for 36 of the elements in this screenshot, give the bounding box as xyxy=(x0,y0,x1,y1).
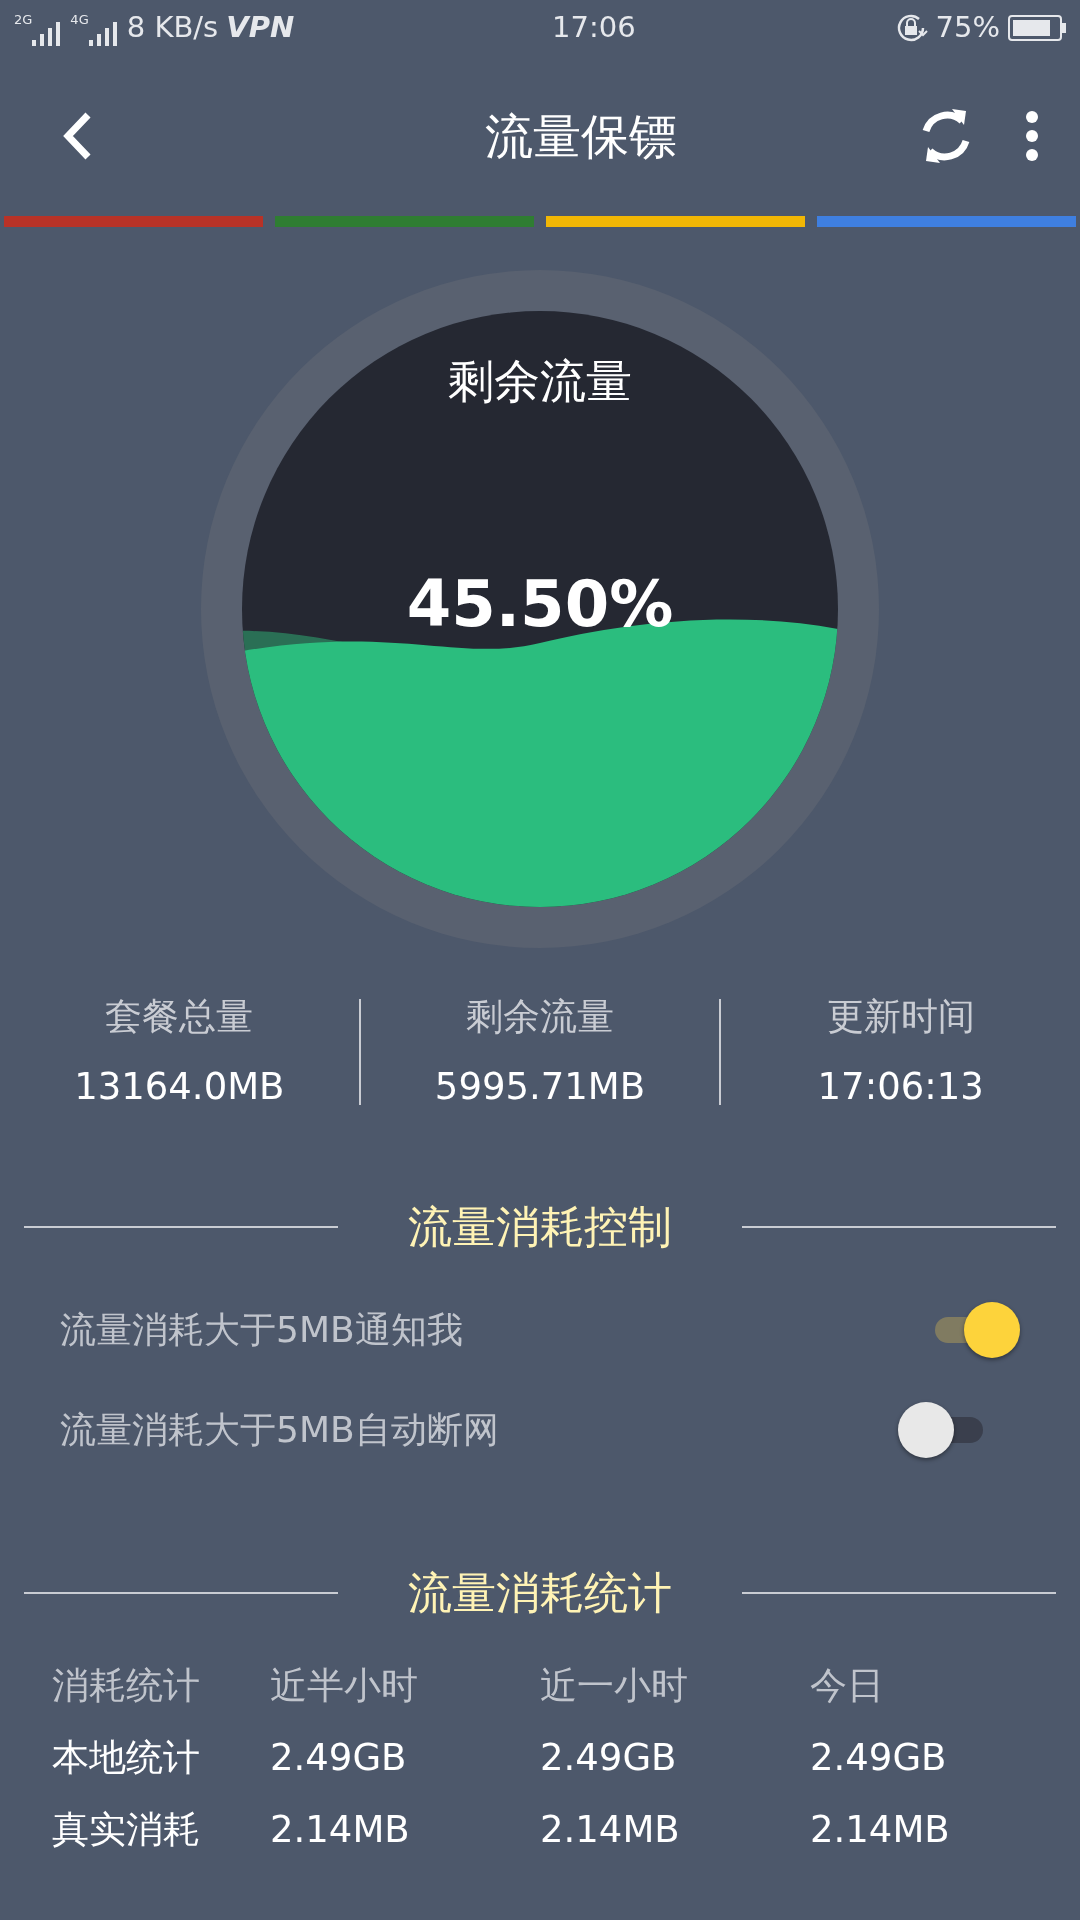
signal-icon xyxy=(32,22,63,46)
stat-value: 17:06:13 xyxy=(817,1063,984,1110)
stat-label: 套餐总量 xyxy=(105,994,254,1040)
signal-icon xyxy=(88,22,119,46)
column-header: 近半小时 xyxy=(270,1663,419,1710)
more-menu-button[interactable] xyxy=(1024,110,1040,162)
column-header: 消耗统计 xyxy=(52,1663,201,1710)
network-label: 4G xyxy=(70,11,89,29)
table-cell-text: 2.14MB xyxy=(270,1807,411,1854)
stat-value: 13164.0MB xyxy=(74,1063,285,1110)
battery-icon xyxy=(1008,15,1066,41)
toggle-label: 流量消耗大于5MB自动断网 xyxy=(60,1408,499,1452)
gauge-label: 剩余流量 xyxy=(448,353,632,410)
table-cell-text: 2.14MB xyxy=(540,1807,681,1854)
network-label: 2G xyxy=(14,11,33,29)
stat-label: 更新时间 xyxy=(826,994,975,1040)
section-title: 流量消耗统计 xyxy=(407,1566,673,1620)
table-cell-text: 本地统计 xyxy=(52,1735,201,1782)
toggle-label: 流量消耗大于5MB通知我 xyxy=(60,1308,463,1352)
network-speed: 8 KB/s xyxy=(126,9,219,47)
battery-percent: 75% xyxy=(935,9,1000,47)
column-header: 近一小时 xyxy=(540,1663,689,1710)
column-header: 今日 xyxy=(810,1663,885,1710)
stat-label: 剩余流量 xyxy=(466,994,614,1040)
table-cell-text: 真实消耗 xyxy=(52,1807,201,1854)
gauge-percent: 45.50% xyxy=(406,566,674,643)
table-cell-text: 2.49GB xyxy=(270,1735,408,1782)
section-title: 流量消耗控制 xyxy=(407,1200,673,1254)
stat-value: 5995.71MB xyxy=(434,1063,646,1110)
clock: 17:06 xyxy=(551,9,637,47)
table-cell-text: 2.14MB xyxy=(810,1807,951,1854)
table-cell-text: 2.49GB xyxy=(540,1735,678,1782)
more-icon xyxy=(1024,110,1040,162)
vpn-label: VPN xyxy=(226,9,295,47)
page-title: 流量保镖 xyxy=(485,108,677,164)
table-cell-text: 2.49GB xyxy=(810,1735,948,1782)
